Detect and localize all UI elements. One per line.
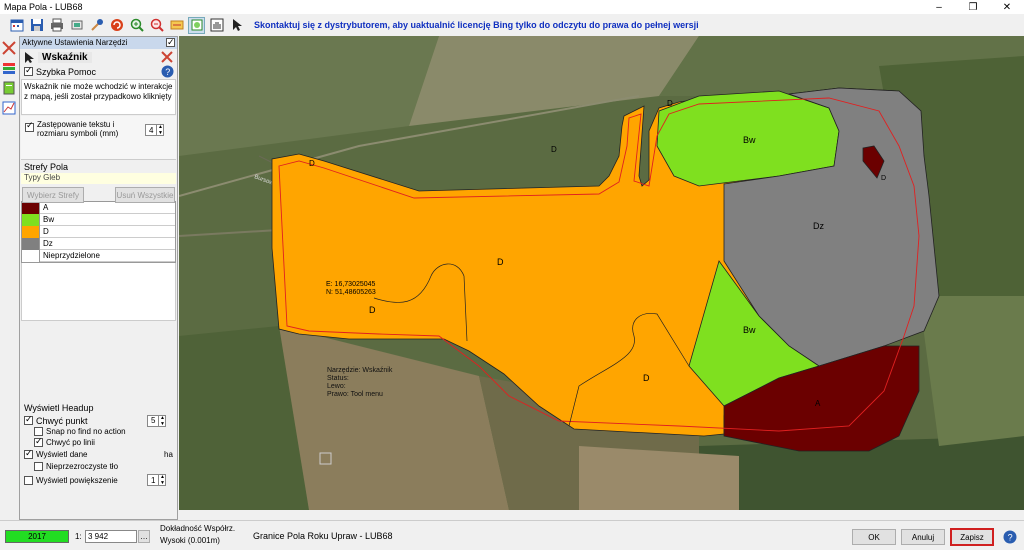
legend-swatch: [22, 249, 40, 262]
side-toolbar: [0, 36, 18, 516]
undo-icon[interactable]: [108, 17, 125, 34]
tool-settings-panel: Aktywne Ustawienia Narzędzi Wskaźnik Szy…: [19, 36, 178, 520]
info-line: Status:: [327, 375, 349, 382]
year-badge[interactable]: 2017: [5, 530, 69, 543]
cancel-button[interactable]: Anuluj: [901, 529, 945, 545]
save-icon[interactable]: [28, 17, 45, 34]
legend-swatch: [22, 201, 40, 214]
map-canvas[interactable]: Bursowa Mała D D D D D D Bw Bw Dz A D E:…: [179, 36, 1024, 510]
zones-type: Typy Gleb: [21, 173, 176, 184]
ok-button[interactable]: OK: [852, 529, 896, 545]
zone-label: D: [309, 159, 315, 168]
show-data-checkbox[interactable]: [24, 448, 33, 459]
legend-swatch: [22, 213, 40, 226]
legend-item[interactable]: Dz: [22, 237, 175, 250]
legend-item[interactable]: D: [22, 225, 175, 238]
zone-label: D: [369, 305, 376, 315]
snap-checkbox[interactable]: [34, 427, 43, 436]
zones-title: Strefy Pola: [24, 162, 69, 172]
info-line: Narzędzie: Wskaźnik: [327, 367, 393, 374]
zoom-in-icon[interactable]: [128, 17, 145, 34]
zone-label: D: [881, 175, 886, 182]
replace-text-label: Zastępowanie tekstu i rozmiaru symboli (…: [37, 120, 119, 138]
legend-swatch: [22, 225, 40, 238]
panel-pin-checkbox[interactable]: [166, 36, 175, 48]
transparent-bg-checkbox[interactable]: [34, 462, 43, 471]
accuracy-label: Dokładność Współrz.: [160, 524, 236, 533]
zone-label: A: [815, 399, 821, 408]
symbol-size-stepper[interactable]: 4 ▲ ▼: [145, 124, 165, 136]
show-zoom-checkbox[interactable]: [24, 475, 33, 485]
toolbar: Skontaktuj się z dystrybutorem, aby uakt…: [0, 14, 1024, 36]
legend-swatch: [22, 237, 40, 250]
quick-help-label: Szybka Pomoc: [36, 66, 97, 77]
scale-prefix: 1:: [75, 532, 82, 541]
accuracy-value: Wysoki (0.001m): [160, 536, 220, 545]
choose-zones-button[interactable]: Wybierz Strefy: [22, 187, 84, 203]
restore-button[interactable]: ❐: [956, 2, 990, 13]
window-title: Mapa Pola - LUB68: [4, 2, 83, 12]
scale-more-button[interactable]: …: [138, 530, 150, 543]
scale-input[interactable]: 3 942: [85, 530, 137, 543]
zone-label: Bw: [743, 135, 756, 145]
quick-help-checkbox[interactable]: [24, 65, 33, 76]
layers-icon[interactable]: [68, 17, 85, 34]
tool-row: Wskaźnik: [20, 49, 177, 65]
minimize-button[interactable]: –: [922, 2, 956, 13]
license-message: Skontaktuj się z dystrybutorem, aby uakt…: [254, 20, 699, 30]
map-view[interactable]: Bursowa Mała D D D D D D Bw Bw Dz A D E:…: [179, 36, 1024, 510]
legend-blank-area: [21, 263, 176, 321]
unit-label: ha: [164, 450, 173, 459]
tools-cross-icon[interactable]: [1, 40, 17, 56]
save-button[interactable]: Zapisz: [950, 528, 994, 546]
pointer-tool-icon: [25, 51, 34, 63]
layers-stack-icon[interactable]: [1, 60, 17, 76]
tools-icon[interactable]: [88, 17, 105, 34]
zone-legend: A Bw D Dz Nieprzydzielone: [21, 201, 176, 263]
zone-label: D: [497, 257, 504, 267]
panel-header: Aktywne Ustawienia Narzędzi: [20, 36, 177, 49]
zoom-window-icon[interactable]: [188, 16, 205, 34]
tool-settings-icon[interactable]: [160, 50, 174, 64]
zone-label: D: [643, 373, 650, 383]
field-name: Granice Pola Roku Upraw - LUB68: [253, 531, 393, 541]
close-button[interactable]: ✕: [990, 2, 1024, 13]
calendar-icon[interactable]: [8, 17, 25, 34]
svg-text:?: ?: [1008, 533, 1013, 543]
headup-title: Wyświetl Headup: [24, 403, 94, 413]
coord-n: N: 51,48605263: [326, 289, 376, 296]
catch-point-checkbox[interactable]: [24, 414, 33, 425]
help-icon[interactable]: ?: [161, 65, 174, 78]
pan-hand-icon[interactable]: [208, 17, 225, 34]
print-icon[interactable]: [48, 17, 65, 34]
zone-label: Dz: [813, 221, 824, 231]
status-bar: 2017 1: 3 942 … Dokładność Współrz. Wyso…: [0, 520, 1024, 550]
notes-icon[interactable]: [1, 80, 17, 96]
zone-label: Bw: [743, 325, 756, 335]
zoom-out-icon[interactable]: [148, 17, 165, 34]
replace-text-checkbox[interactable]: [25, 121, 34, 132]
info-line: Prawo: Tool menu: [327, 391, 383, 398]
legend-item[interactable]: A: [22, 201, 175, 214]
zone-label: D: [551, 145, 557, 154]
svg-text:?: ?: [165, 67, 170, 77]
legend-item[interactable]: Bw: [22, 213, 175, 226]
catch-point-stepper[interactable]: 5 ▲ ▼: [147, 414, 167, 427]
chart-icon[interactable]: [1, 100, 17, 116]
zoom-extent-icon[interactable]: [168, 17, 185, 34]
help-icon[interactable]: ?: [1003, 530, 1017, 544]
pointer-icon[interactable]: [228, 17, 245, 34]
info-line: Lewo:: [327, 383, 346, 390]
zone-label: D: [667, 99, 673, 108]
delete-all-button[interactable]: Usuń Wszystkie: [115, 187, 175, 203]
coord-e: E: 16,73025045: [326, 281, 376, 288]
catch-line-checkbox[interactable]: [34, 436, 43, 447]
legend-item[interactable]: Nieprzydzielone: [22, 249, 175, 262]
tool-name: Wskaźnik: [38, 51, 92, 63]
zoom-stepper[interactable]: 1 ▲ ▼: [147, 474, 167, 486]
help-text: Wskaźnik nie może wchodzić w interakcje …: [21, 79, 176, 115]
title-bar: Mapa Pola - LUB68 – ❐ ✕: [0, 0, 1024, 14]
